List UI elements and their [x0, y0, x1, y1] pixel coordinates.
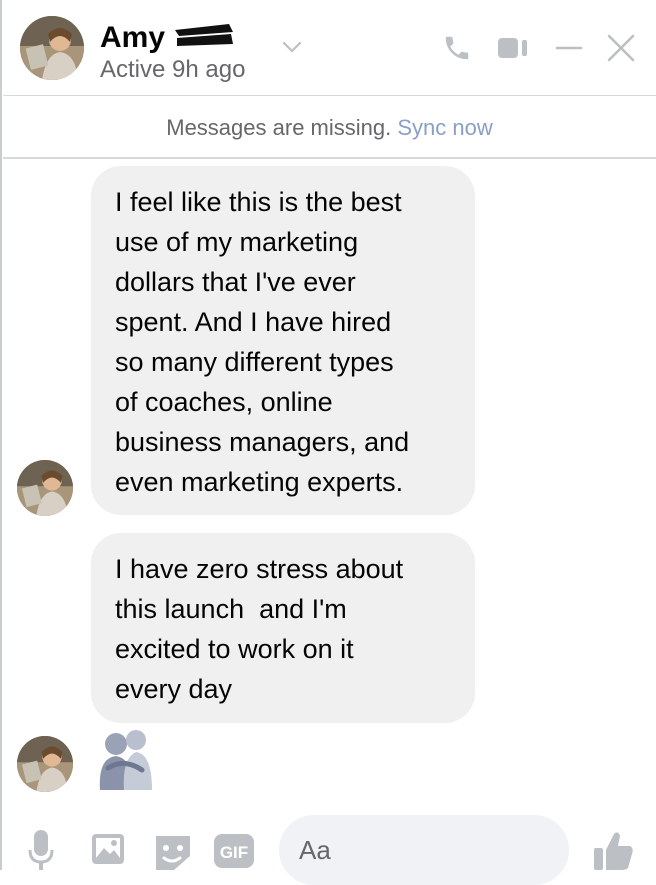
contact-avatar[interactable] — [20, 16, 84, 80]
hug-sticker[interactable] — [94, 728, 156, 792]
video-call-button[interactable] — [493, 30, 533, 66]
redaction-mark — [175, 24, 233, 46]
message-line: excited to work on it — [115, 634, 354, 664]
message-line: use of my marketing — [115, 227, 359, 257]
gif-icon[interactable]: GIF — [214, 834, 254, 868]
message-line: even marketing experts. — [115, 467, 404, 497]
minimize-button[interactable] — [551, 30, 587, 66]
voice-call-button[interactable] — [439, 30, 475, 66]
message-line: spent. And I have hired — [115, 307, 392, 337]
chat-header: Amy Active 9h ago — [3, 0, 656, 96]
photo-icon[interactable] — [88, 832, 128, 870]
message-bubble: I have zero stress about this launch and… — [91, 533, 475, 723]
video-camera-icon — [498, 38, 527, 58]
message-line: of coaches, online — [115, 387, 333, 417]
sync-now-link[interactable]: Sync now — [397, 115, 492, 140]
microphone-icon[interactable] — [28, 830, 54, 870]
message-line: business managers, and — [115, 427, 410, 457]
message-line: I have zero stress about — [115, 554, 404, 584]
sticker-icon[interactable] — [152, 832, 194, 872]
banner-text: Messages are missing. — [166, 115, 392, 140]
minimize-icon — [555, 46, 583, 50]
svg-text:GIF: GIF — [220, 843, 248, 862]
thumbs-up-icon[interactable] — [592, 828, 636, 872]
close-button[interactable] — [603, 30, 639, 66]
message-input[interactable] — [279, 815, 569, 885]
chevron-down-icon[interactable] — [281, 38, 303, 56]
missing-messages-banner: Messages are missing. Sync now — [3, 97, 656, 159]
contact-name[interactable]: Amy — [100, 20, 165, 56]
close-icon — [607, 34, 635, 62]
message-line: every day — [115, 674, 233, 704]
active-status: Active 9h ago — [100, 56, 246, 83]
message-line: I feel like this is the best — [115, 187, 402, 217]
message-line: dollars that I've ever — [115, 267, 356, 297]
message-line: this launch and I'm — [115, 594, 347, 624]
message-line: so many different types — [115, 347, 394, 377]
sender-avatar[interactable] — [17, 460, 73, 516]
sender-avatar[interactable] — [17, 736, 73, 792]
message-bubble: I feel like this is the best use of my m… — [91, 166, 475, 515]
phone-icon — [445, 36, 469, 60]
window-edge — [0, 0, 2, 870]
